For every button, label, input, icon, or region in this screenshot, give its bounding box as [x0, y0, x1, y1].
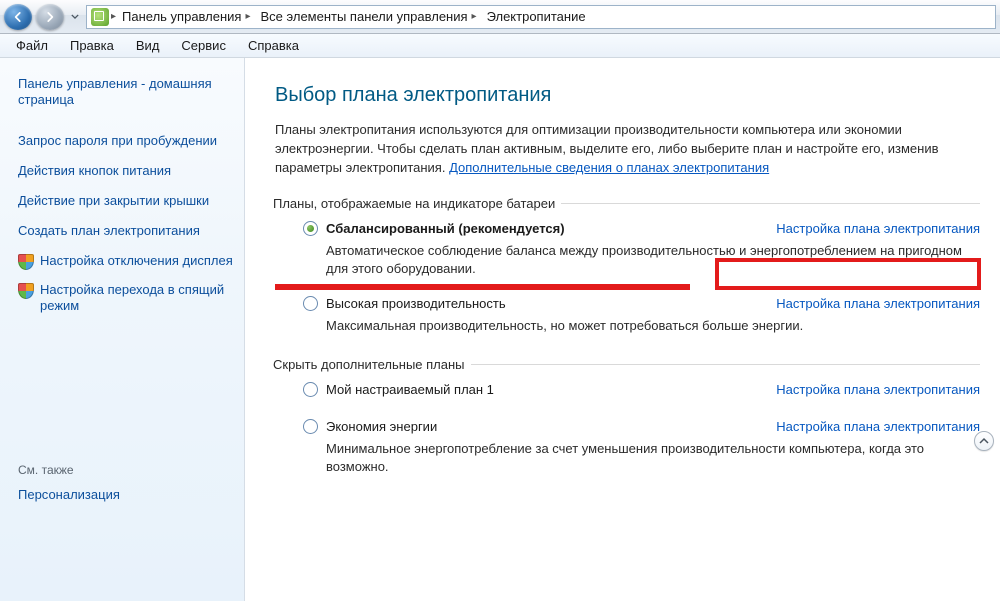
breadcrumb-label: Электропитание [487, 9, 586, 24]
arrow-left-icon [11, 10, 25, 24]
sidebar-see-also-link[interactable]: Персонализация [18, 483, 236, 513]
group-legend-row: Скрыть дополнительные планы [273, 357, 471, 372]
see-also-header: См. также [18, 463, 236, 477]
plans-group-2: Скрыть дополнительные планы Мой настраив… [275, 357, 980, 494]
shield-icon [18, 283, 34, 299]
sidebar-home-link[interactable]: Панель управления - домашняя страница [18, 72, 236, 119]
sidebar-link[interactable]: Создать план электропитания [18, 219, 236, 249]
menu-bar: Файл Правка Вид Сервис Справка [0, 34, 1000, 58]
menu-file[interactable]: Файл [6, 36, 58, 55]
power-plan: Высокая производительность Настройка пла… [303, 296, 980, 335]
power-plan: Мой настраиваемый план 1 Настройка плана… [303, 382, 980, 401]
arrow-right-icon [43, 10, 57, 24]
sidebar-link[interactable]: Запрос пароля при пробуждении [18, 129, 236, 159]
plan-name[interactable]: Сбалансированный (рекомендуется) [326, 221, 565, 236]
sidebar-link-label: Настройка перехода в спящий режим [40, 282, 236, 315]
sidebar-link[interactable]: Действие при закрытии крышки [18, 189, 236, 219]
plan-settings-link[interactable]: Настройка плана электропитания [776, 296, 980, 311]
chevron-down-icon [71, 14, 79, 19]
plan-description: Автоматическое соблюдение баланса между … [326, 242, 980, 278]
intro-text: Планы электропитания используются для оп… [275, 121, 980, 178]
menu-view[interactable]: Вид [126, 36, 170, 55]
menu-tools[interactable]: Сервис [171, 36, 236, 55]
sidebar-link-shielded[interactable]: Настройка отключения дисплея [18, 250, 236, 279]
plan-radio[interactable] [303, 419, 318, 434]
breadcrumb-item[interactable]: Все элементы панели управления ▸ [257, 6, 481, 28]
chevron-right-icon: ▸ [472, 11, 477, 22]
menu-edit[interactable]: Правка [60, 36, 124, 55]
group-legend: Планы, отображаемые на индикаторе батаре… [273, 196, 561, 211]
breadcrumb-label: Панель управления [122, 9, 241, 24]
plan-description: Максимальная производительность, но може… [326, 317, 980, 335]
plan-name[interactable]: Мой настраиваемый план 1 [326, 382, 494, 397]
group-legend: Скрыть дополнительные планы [273, 357, 465, 372]
forward-button[interactable] [36, 4, 64, 30]
chevron-right-icon: ▸ [111, 11, 116, 22]
sidebar: Панель управления - домашняя страница За… [0, 58, 245, 601]
plan-radio[interactable] [303, 382, 318, 397]
content-pane: Выбор плана электропитания Планы электро… [245, 58, 1000, 601]
breadcrumb-item[interactable]: Панель управления ▸ [118, 6, 254, 28]
plan-settings-link[interactable]: Настройка плана электропитания [776, 221, 980, 236]
plans-group-1: Планы, отображаемые на индикаторе батаре… [275, 196, 980, 354]
chevron-up-icon [979, 436, 989, 446]
address-bar[interactable]: ▸ Панель управления ▸ Все элементы панели… [86, 5, 996, 29]
control-panel-icon [91, 8, 109, 26]
sidebar-link-shielded[interactable]: Настройка перехода в спящий режим [18, 279, 236, 324]
sidebar-link-label: Настройка отключения дисплея [40, 253, 233, 269]
page-title: Выбор плана электропитания [275, 84, 980, 107]
plan-settings-link[interactable]: Настройка плана электропитания [776, 419, 980, 434]
power-plan: Экономия энергии Настройка плана электро… [303, 419, 980, 476]
plan-name[interactable]: Высокая производительность [326, 296, 506, 311]
intro-help-link[interactable]: Дополнительные сведения о планах электро… [449, 160, 769, 175]
back-button[interactable] [4, 4, 32, 30]
chevron-right-icon: ▸ [245, 11, 250, 22]
menu-help[interactable]: Справка [238, 36, 309, 55]
shield-icon [18, 254, 34, 270]
breadcrumb-label: Все элементы панели управления [261, 9, 468, 24]
plan-settings-link[interactable]: Настройка плана электропитания [776, 382, 980, 397]
plan-radio[interactable] [303, 296, 318, 311]
plan-name[interactable]: Экономия энергии [326, 419, 437, 434]
plan-description: Минимальное энергопотребление за счет ум… [326, 440, 980, 476]
navigation-bar: ▸ Панель управления ▸ Все элементы панели… [0, 0, 1000, 34]
collapse-group-button[interactable] [974, 431, 994, 451]
power-plan: Сбалансированный (рекомендуется) Настрой… [303, 221, 980, 278]
plan-radio[interactable] [303, 221, 318, 236]
sidebar-link[interactable]: Действия кнопок питания [18, 159, 236, 189]
breadcrumb-item[interactable]: Электропитание [483, 6, 590, 28]
history-dropdown[interactable] [68, 4, 82, 30]
